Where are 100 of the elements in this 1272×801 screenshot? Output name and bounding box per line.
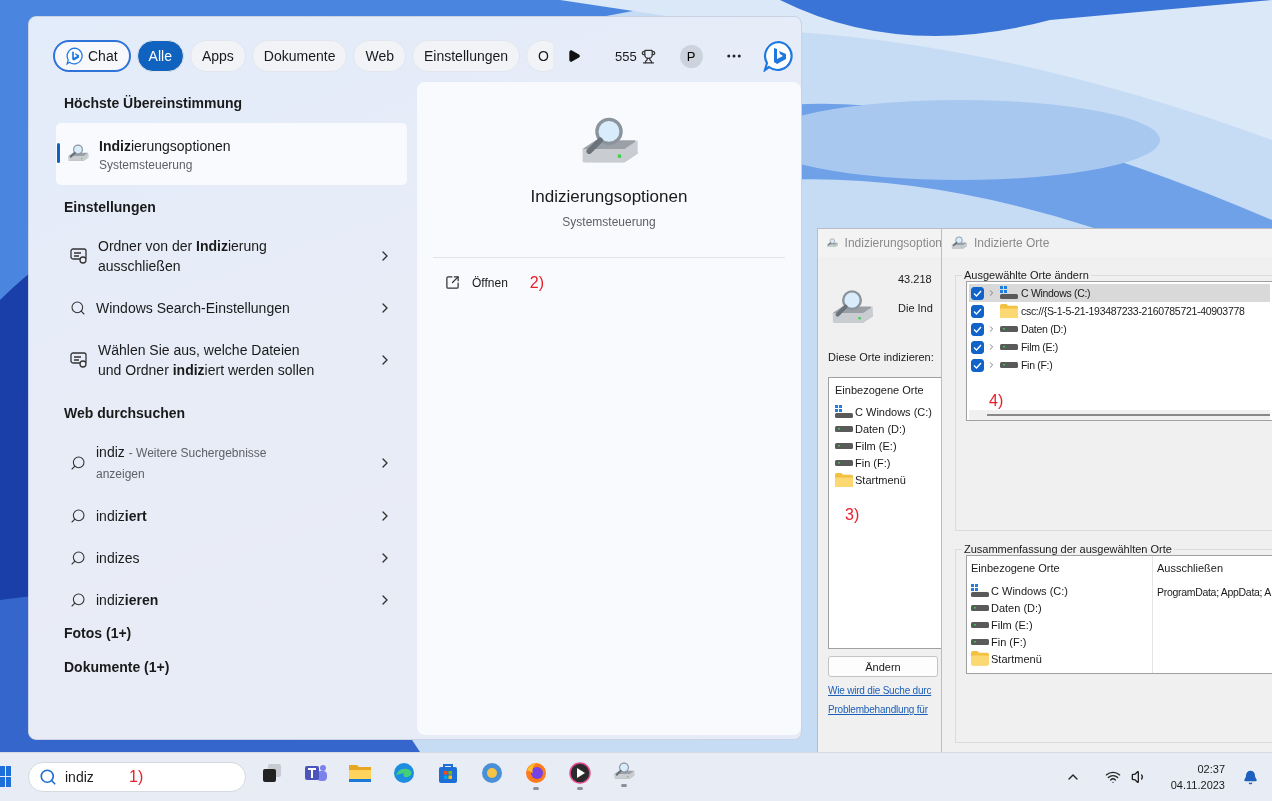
result-item[interactable]: indiziert: [56, 495, 407, 537]
result-title: Indizierungsoptionen: [99, 136, 231, 155]
section-heading: Web durchsuchen: [63, 405, 187, 421]
filter-tab[interactable]: Dokumente: [251, 40, 348, 72]
tree-item[interactable]: csc://{S-1-5-21-193487233-2160785721-40903778: [969, 302, 1270, 320]
chat-logo-icon: [762, 40, 795, 72]
location-name: Daten (D:): [855, 422, 906, 435]
section-heading: Höchste Übereinstimmung: [63, 95, 244, 111]
tree-item[interactable]: C Windows (C:): [969, 284, 1270, 302]
location-name: C Windows (C:): [855, 405, 932, 418]
excluded-folders: ProgramData; AppData; A: [1157, 586, 1271, 598]
tree-item[interactable]: Daten (D:): [969, 320, 1270, 338]
settings-window-icon: [70, 248, 88, 264]
drive-icon: [999, 361, 1018, 369]
list-label: Diese Orte indizieren:: [828, 351, 935, 364]
checkbox[interactable]: [971, 322, 984, 336]
app-icon: [950, 235, 968, 251]
detail-subtitle: Systemsteuerung: [562, 214, 656, 229]
result-text: indizieren: [96, 592, 159, 608]
drive-icon: [835, 441, 853, 450]
open-action[interactable]: Öffnen: [472, 275, 508, 290]
fox-browser-icon[interactable]: [524, 762, 548, 792]
location-name: Fin (F:): [855, 456, 891, 469]
annotation-label: 1): [129, 768, 144, 786]
checkbox[interactable]: [971, 304, 984, 318]
tree-item[interactable]: Film (E:): [969, 338, 1270, 356]
filter-tab[interactable]: Einstellungen: [412, 40, 521, 72]
drive-icon: [971, 603, 989, 612]
filter-tab[interactable]: Alle: [136, 40, 184, 72]
selection-indicator: [57, 143, 60, 163]
category-heading[interactable]: Dokumente (1+): [56, 659, 407, 675]
clock-date: 04.11.2023: [1170, 779, 1225, 791]
section-heading: Einstellungen: [63, 199, 157, 215]
play-icon[interactable]: [567, 49, 581, 63]
start-icon[interactable]: [0, 766, 12, 788]
group-label: Ausgewählte Orte ändern: [963, 269, 1090, 281]
media-player-icon[interactable]: [568, 762, 592, 792]
best-match-result[interactable]: Indizierungsoptionen Systemsteuerung: [56, 123, 407, 185]
result-item[interactable]: Wählen Sie aus, welche Dateien und Ordner indiziert werden sollen: [56, 329, 407, 391]
location-name: C Windows (C:): [991, 584, 1068, 597]
drive-icon: [835, 458, 853, 467]
location-name: Startmenü: [991, 652, 1042, 665]
drive-search-icon: [612, 762, 636, 782]
drive-icon: [999, 343, 1018, 351]
location-name: Startmenü: [855, 473, 906, 486]
search-icon: [70, 455, 86, 471]
result-subtitle: Systemsteuerung: [99, 157, 194, 172]
result-item[interactable]: indiz - Weitere Suchergebnisse anzeigen: [56, 431, 407, 495]
open-external-icon: [445, 275, 460, 291]
bell-icon[interactable]: [1243, 769, 1258, 785]
system-drive-icon: [835, 404, 853, 419]
trophy-icon: [640, 48, 656, 64]
drive-icon: [835, 424, 853, 433]
user-avatar[interactable]: P: [679, 44, 703, 68]
wifi-icon[interactable]: [1104, 769, 1121, 785]
settings-window-icon: [70, 352, 88, 368]
category-heading[interactable]: Fotos (1+): [56, 625, 407, 641]
result-text: Ordner von der Indizierung ausschließen: [98, 238, 267, 274]
system-drive-icon: [971, 583, 989, 598]
location-name: C Windows (C:): [1021, 287, 1091, 299]
filter-tab[interactable]: O: [526, 40, 553, 72]
location-name: csc://{S-1-5-21-193487233-2160785721-40903778: [1021, 305, 1245, 317]
group-label: Zusammenfassung der ausgewählten Orte: [963, 543, 1173, 555]
location-name: Daten (D:): [1021, 323, 1067, 335]
folder-icon: [971, 651, 989, 666]
help-link[interactable]: Wie wird die Suche durc: [828, 685, 942, 697]
result-item[interactable]: Ordner von der Indizierung ausschließen: [56, 225, 407, 287]
filter-tab[interactable]: Apps: [189, 40, 246, 72]
filter-tab[interactable]: Chat: [53, 40, 131, 72]
search-icon: [70, 300, 86, 316]
drive-icon: [999, 325, 1018, 333]
drive-search-icon: [66, 144, 90, 164]
drive-icon: [971, 620, 989, 629]
result-text: Wählen Sie aus, welche Dateien und Ordner indiziert werden sollen: [98, 342, 315, 378]
checkbox[interactable]: [971, 340, 984, 354]
tree-item[interactable]: Fin (F:): [969, 356, 1270, 374]
filter-tab[interactable]: Web: [353, 40, 406, 72]
points-count: 555: [615, 48, 637, 64]
chat-logo-icon: [66, 47, 84, 65]
location-name: Film (E:): [991, 618, 1033, 631]
checkbox[interactable]: [971, 358, 984, 372]
result-item[interactable]: indizes: [56, 537, 407, 579]
column-header: Ausschließen: [1157, 562, 1225, 574]
search-field[interactable]: indiz 1): [28, 762, 246, 792]
detail-title: Indizierungsoptionen: [530, 186, 688, 207]
folder-icon: [835, 472, 853, 488]
location-name: Fin (F:): [991, 635, 1027, 648]
help-link[interactable]: Problembehandlung für: [828, 704, 942, 716]
location-name: Film (E:): [855, 439, 897, 452]
change-button[interactable]: Ändern: [828, 656, 938, 678]
search-input[interactable]: indiz: [65, 769, 107, 785]
result-item[interactable]: indizieren: [56, 579, 407, 621]
search-icon: [70, 592, 86, 608]
system-drive-icon: [999, 286, 1018, 300]
window-title: Indizierungsoption: [844, 236, 942, 250]
checkbox[interactable]: [971, 286, 984, 300]
result-text: indiziert: [96, 508, 147, 524]
horizontal-scrollbar[interactable]: [969, 410, 1270, 420]
result-item[interactable]: Windows Search-Einstellungen: [56, 287, 407, 329]
window-title: Indizierte Orte: [974, 236, 1050, 250]
